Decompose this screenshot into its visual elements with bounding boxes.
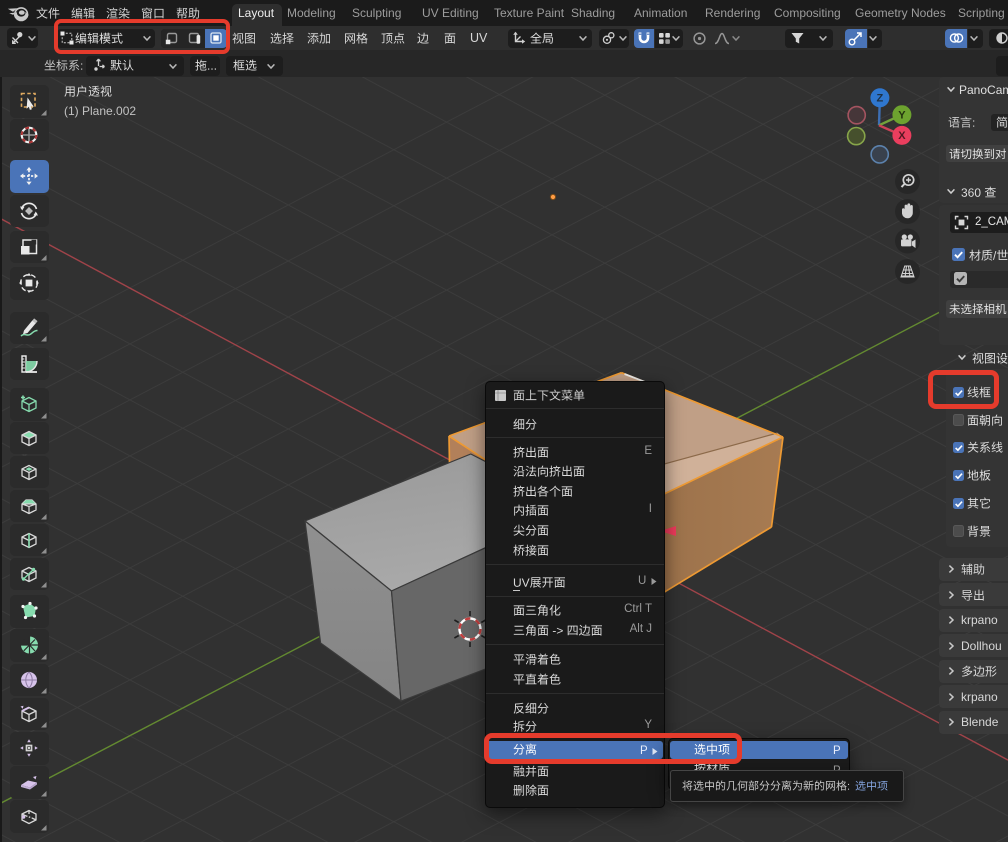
svg-text:Z: Z xyxy=(877,92,884,104)
svg-text:Y: Y xyxy=(898,109,906,121)
svg-text:X: X xyxy=(898,130,906,142)
